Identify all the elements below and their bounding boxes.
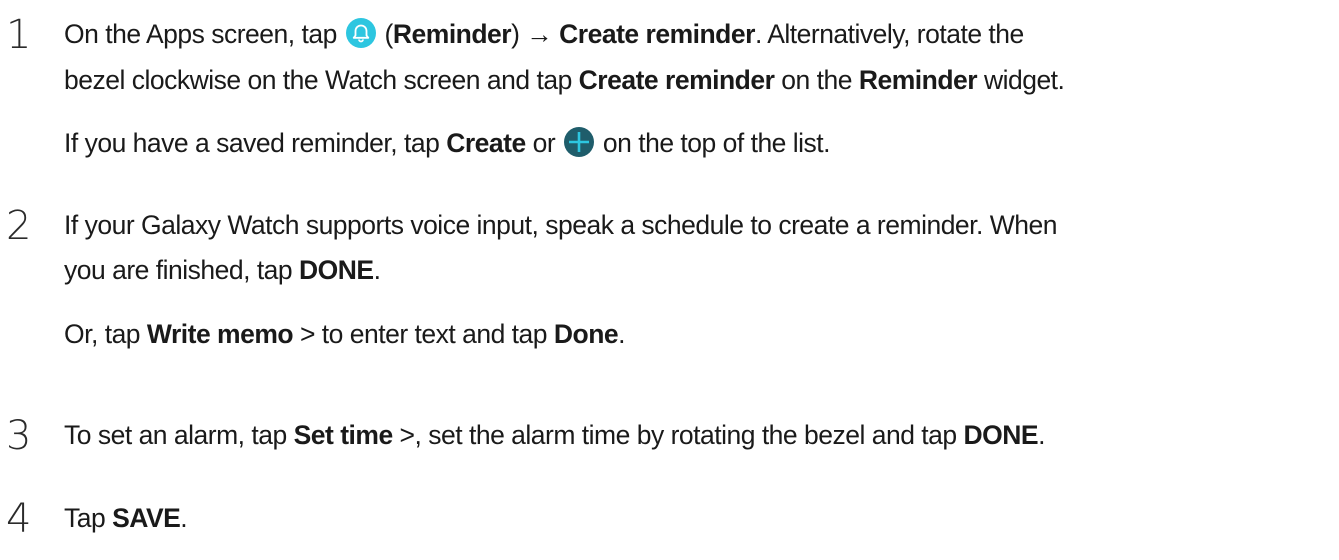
step-text: bezel clockwise on the Watch screen and … — [64, 65, 1065, 95]
plus-circle-icon — [564, 127, 595, 157]
reminder-bell-icon — [345, 18, 376, 48]
step-text: Tap SAVE. — [64, 503, 188, 533]
step-text: Or, tap Write memo > to enter text and t… — [64, 319, 625, 349]
step-text: If you have a saved reminder, tap Create… — [64, 127, 831, 158]
step-number: 4 — [6, 496, 32, 542]
step-text: To set an alarm, tap Set time >, set the… — [64, 420, 1045, 450]
step-number: 1 — [6, 12, 32, 58]
step-number: 3 — [6, 413, 32, 459]
step-text: If your Galaxy Watch supports voice inpu… — [64, 210, 1057, 240]
step-text: you are finished, tap DONE. — [64, 255, 381, 285]
step-number: 2 — [6, 203, 32, 249]
step-text: On the Apps screen, tap (Reminder) → Cre… — [64, 18, 1024, 49]
